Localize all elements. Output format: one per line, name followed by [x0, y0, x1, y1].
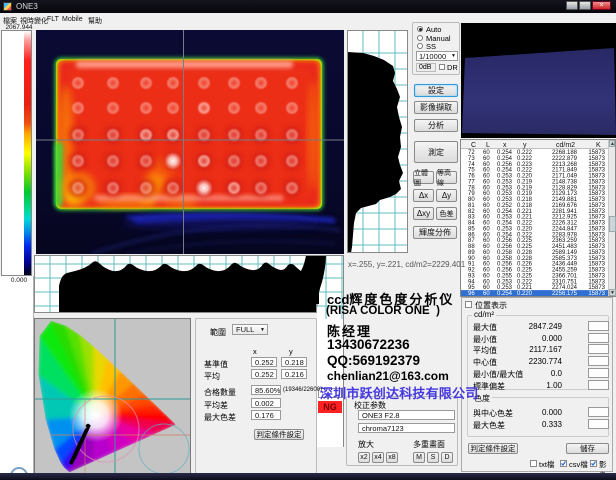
- svg-text:96: 96: [468, 291, 475, 296]
- svg-text:60: 60: [483, 291, 490, 296]
- svg-text:L: L: [486, 142, 490, 149]
- svg-text:K: K: [596, 142, 601, 149]
- svg-text:0.220: 0.220: [517, 291, 533, 296]
- svg-text:cd/m2: cd/m2: [556, 142, 575, 149]
- svg-text:2256.175: 2256.175: [552, 291, 578, 296]
- svg-text:15873: 15873: [588, 291, 605, 296]
- svg-text:x: x: [503, 142, 507, 149]
- svg-text:C: C: [471, 142, 476, 149]
- svg-text:y: y: [523, 142, 527, 149]
- svg-text:0.254: 0.254: [497, 291, 513, 296]
